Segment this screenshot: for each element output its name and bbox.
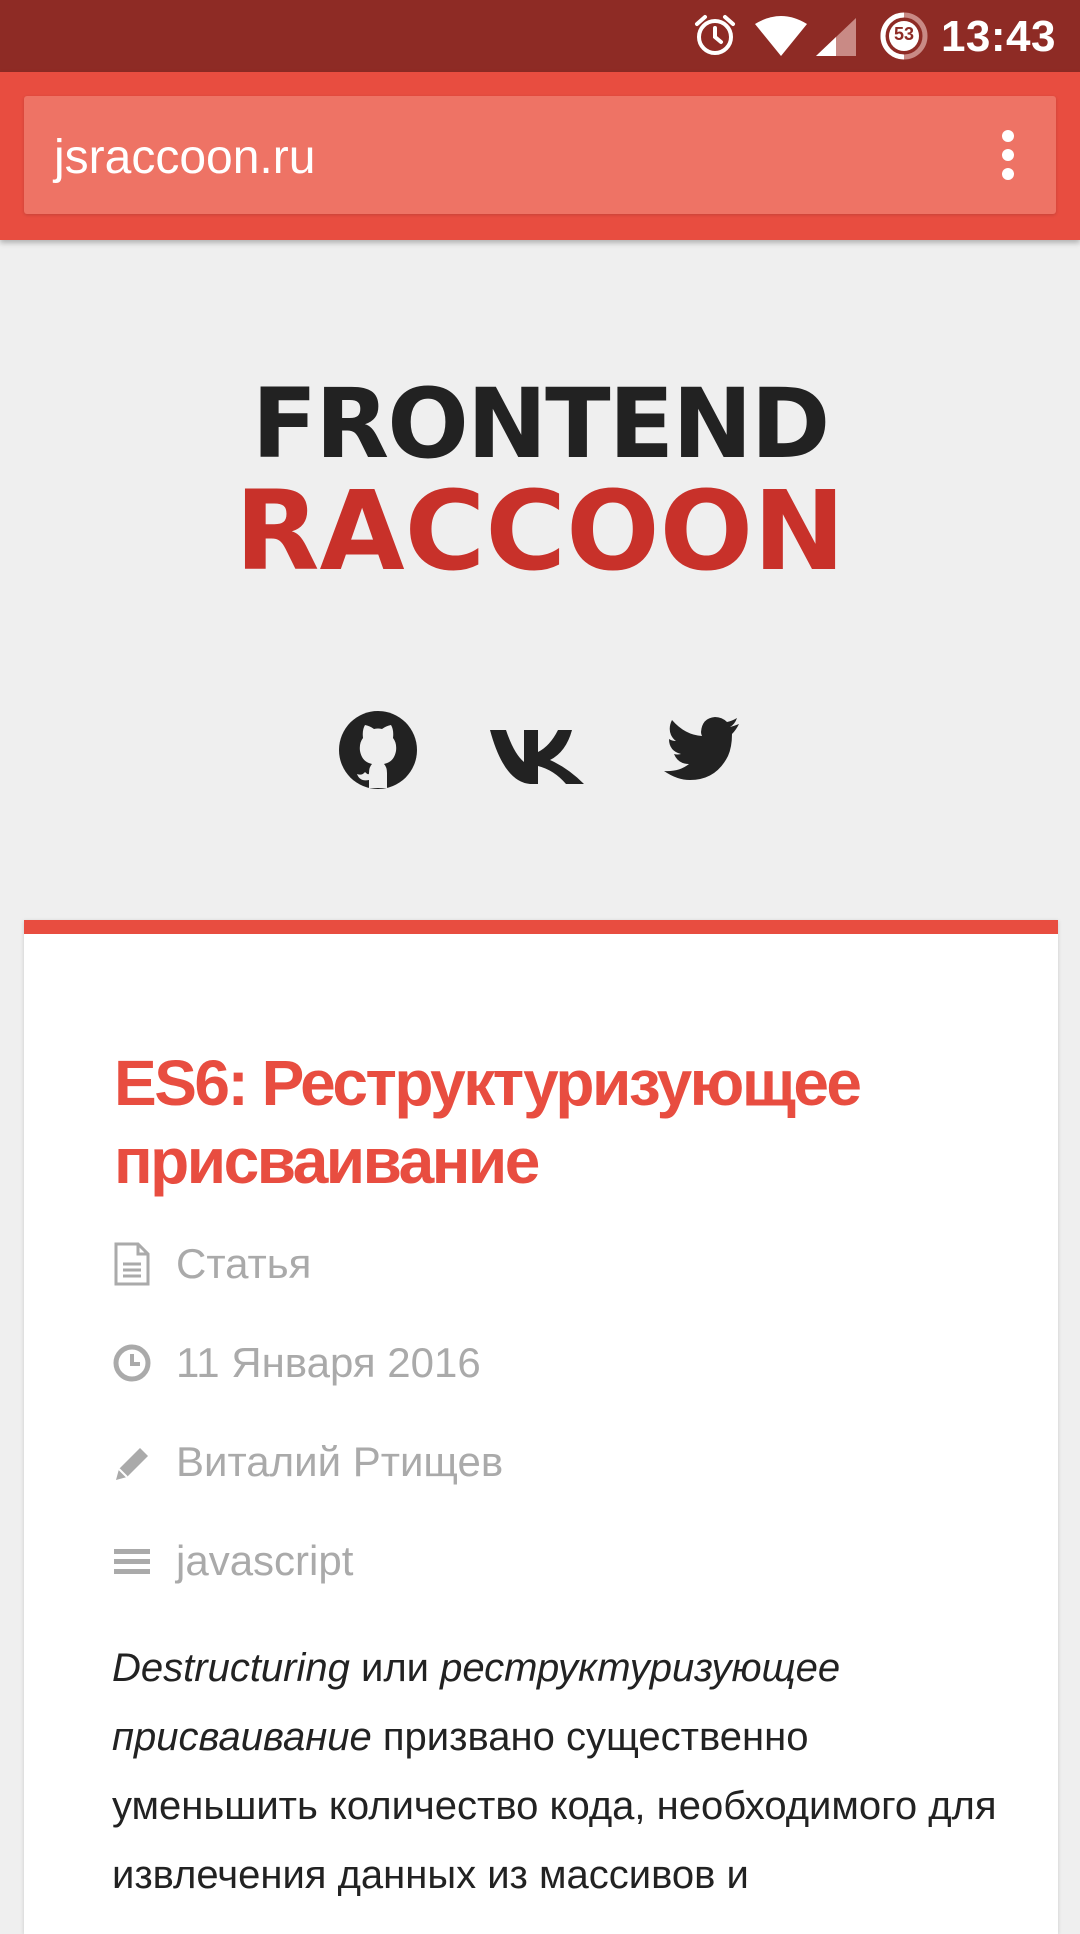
- twitter-icon[interactable]: [660, 716, 740, 784]
- github-icon[interactable]: [338, 710, 418, 790]
- meta-type-text[interactable]: Статья: [176, 1240, 311, 1288]
- article-card: ES6: Реструктуризующее присваивание Стат…: [24, 920, 1058, 1934]
- url-text[interactable]: jsraccoon.ru: [54, 130, 315, 185]
- meta-author: Виталий Ртищев: [112, 1432, 503, 1492]
- article-intro: Destructuring или реструктуризующее прис…: [112, 1634, 1012, 1910]
- meta-tag: javascript: [112, 1531, 353, 1591]
- signal-icon: [816, 18, 856, 56]
- meta-tag-text[interactable]: javascript: [176, 1537, 353, 1585]
- wifi-icon: [755, 16, 807, 56]
- meta-date-text: 11 Января 2016: [176, 1339, 481, 1386]
- list-icon: [114, 1549, 150, 1574]
- intro-connector: или: [349, 1646, 441, 1690]
- article-title[interactable]: ES6: Реструктуризующее присваивание: [114, 1044, 994, 1200]
- document-icon: [114, 1242, 150, 1286]
- status-bar: 53 13:43: [0, 0, 1080, 72]
- alarm-icon: [695, 15, 735, 55]
- vk-icon[interactable]: [488, 726, 586, 786]
- logo-line-raccoon: RACCOON: [234, 467, 846, 595]
- pencil-icon: [116, 1448, 148, 1480]
- battery-icon: 53: [880, 12, 928, 60]
- overflow-menu-icon[interactable]: [998, 130, 1018, 180]
- logo-line-frontend: FRONTEND: [251, 368, 831, 480]
- browser-toolbar: jsraccoon.ru: [0, 72, 1080, 240]
- url-bar[interactable]: jsraccoon.ru: [24, 96, 1056, 214]
- battery-level: 53: [893, 24, 915, 44]
- meta-date: 11 Января 2016: [112, 1333, 481, 1393]
- meta-author-text[interactable]: Виталий Ртищев: [176, 1438, 503, 1486]
- clock-icon: [113, 1344, 151, 1382]
- intro-term-en: Destructuring: [112, 1646, 350, 1690]
- site-logo[interactable]: FRONTEND RACCOON: [0, 376, 1080, 586]
- meta-type: Статья: [112, 1234, 311, 1294]
- clock: 13:43: [940, 12, 1056, 61]
- social-links: [0, 710, 1080, 796]
